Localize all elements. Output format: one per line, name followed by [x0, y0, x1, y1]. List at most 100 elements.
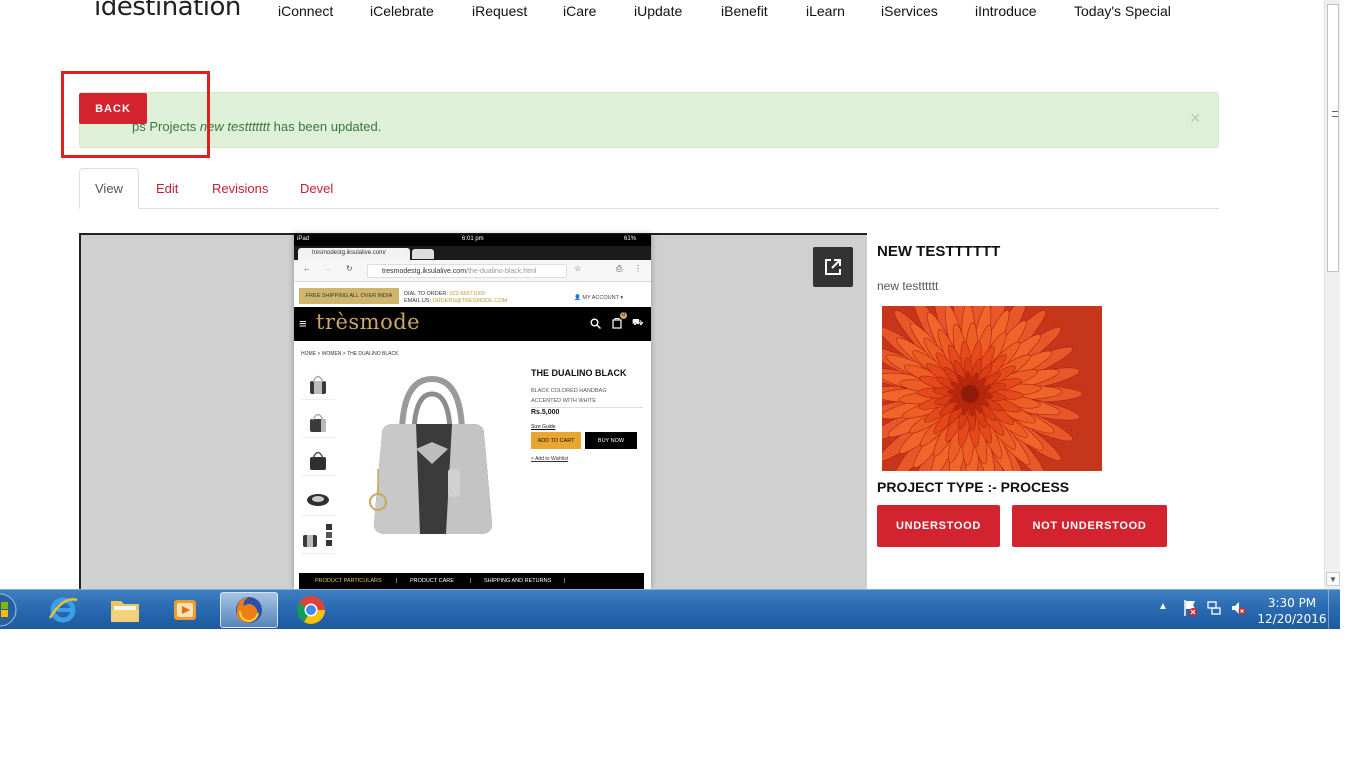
highlight-box — [61, 71, 210, 158]
tablet-status-bar: iPad 6:01 pm 61% — [294, 234, 651, 246]
breadcrumb: HOME > WOMEN > THE DUALINO BLACK — [301, 351, 399, 357]
nav-iupdate[interactable]: iUpdate — [634, 3, 682, 19]
tablet-screenshot[interactable]: iPad 6:01 pm 61% tresmodestg.iksulalive.… — [294, 234, 651, 589]
scroll-grip — [1332, 111, 1338, 117]
status-time: 6:01 pm — [462, 236, 484, 242]
menu-dots-icon: ⋮ — [634, 264, 642, 273]
dial-number: 022-66671000 — [449, 291, 485, 297]
email-address: ORDERS@TRESMODE.COM — [432, 298, 508, 304]
scroll-down-arrow[interactable]: ▼ — [1326, 572, 1340, 586]
nav-icare[interactable]: iCare — [563, 3, 596, 19]
add-to-cart-button: ADD TO CART — [531, 432, 581, 449]
clock-time: 3:30 PM — [1267, 596, 1317, 610]
show-desktop-button[interactable] — [1328, 590, 1340, 630]
product-desc-line1: BLACK COLORED HANDBAG — [531, 388, 607, 394]
product-info-tabs: PRODUCT PARTICULARS | PRODUCT CARE | SHI… — [299, 573, 644, 589]
url-path: /the-dualino-black.html — [466, 268, 537, 275]
volume-muted-icon[interactable] — [1230, 600, 1246, 616]
account-link: 👤 MY ACCOUNT ▾ — [574, 295, 624, 301]
media-player-taskbar[interactable] — [156, 592, 214, 628]
tab-product-care: PRODUCT CARE — [410, 578, 454, 584]
contact-info: DIAL TO ORDER: 022-66671000 EMAIL US: OR… — [404, 291, 507, 305]
product-thumbnail — [301, 404, 335, 438]
store-header: ≡ trèsmode 0 ⛟ — [294, 307, 651, 341]
url-host: tresmodestg.iksulalive.com — [382, 268, 467, 275]
taskbar: ▲ 3:30 PM 12/20/2016 — [0, 589, 1340, 630]
product-thumbnail — [301, 366, 335, 400]
forward-arrow-icon: → — [324, 264, 332, 273]
tab-shipping-returns: SHIPPING AND RETURNS — [484, 578, 552, 584]
file-explorer-taskbar[interactable] — [96, 592, 154, 628]
back-arrow-icon: ← — [303, 264, 311, 273]
tablet-new-tab — [412, 249, 434, 259]
nav-todays-special[interactable]: Today's Special — [1074, 3, 1171, 19]
tab-edit[interactable]: Edit — [141, 168, 193, 209]
understood-button[interactable]: UNDERSTOOD — [877, 505, 1000, 547]
start-button[interactable] — [0, 592, 20, 628]
size-guide-link: Size Guide — [531, 424, 556, 430]
nav-ibenefit[interactable]: iBenefit — [721, 3, 768, 19]
nav-iservices[interactable]: iServices — [881, 3, 938, 19]
clock[interactable]: 3:30 PM 12/20/2016 — [1252, 595, 1332, 627]
product-image — [369, 375, 492, 534]
buy-now-button: BUY NOW — [585, 432, 637, 449]
bag-icon — [612, 318, 622, 329]
show-hidden-icons-icon[interactable]: ▲ — [1158, 601, 1168, 612]
nav-iconnect[interactable]: iConnect — [278, 3, 333, 19]
node-body: new testttttt — [877, 279, 939, 293]
nav-ilearn[interactable]: iLearn — [806, 3, 845, 19]
product-thumbnail — [301, 520, 335, 554]
scrollbar-thumb[interactable] — [1327, 4, 1339, 272]
not-understood-button[interactable]: NOT UNDERSTOOD — [1012, 505, 1167, 547]
status-left: iPad — [297, 236, 310, 242]
close-icon[interactable]: × — [1190, 108, 1201, 129]
windows-start-icon — [0, 593, 17, 627]
product-desc-line2: ACCENTED WITH WHITE — [531, 398, 597, 404]
hamburger-icon: ≡ — [299, 316, 307, 331]
tab-product-particulars: PRODUCT PARTICULARS — [315, 578, 382, 584]
product-description: BLACK COLORED HANDBAG ACCENTED WITH WHITE — [531, 386, 607, 406]
vertical-scrollbar[interactable]: ▼ — [1324, 0, 1340, 589]
tab-revisions[interactable]: Revisions — [197, 168, 283, 209]
dial-label: DIAL TO ORDER: — [404, 291, 448, 297]
chrome-taskbar[interactable] — [282, 592, 340, 628]
heart-icon: ♥ — [531, 456, 534, 462]
nav-irequest[interactable]: iRequest — [472, 3, 527, 19]
node-title: NEW TESTTTTTT — [877, 243, 1001, 260]
flower-image — [882, 306, 1102, 471]
browser-viewport: idestination iConnect iCelebrate iReques… — [0, 0, 1340, 589]
clock-date: 12/20/2016 — [1257, 612, 1327, 626]
project-type: PROJECT TYPE :- PROCESS — [877, 479, 1070, 495]
status-item-name: new testtttttt — [199, 119, 271, 134]
internet-explorer-icon — [48, 597, 78, 623]
tab-view[interactable]: View — [79, 168, 139, 209]
firefox-icon — [236, 597, 262, 623]
email-label: EMAIL US: — [404, 298, 431, 304]
chrome-icon — [297, 596, 325, 624]
wishlist-label: Add to Wishlist — [535, 456, 569, 462]
nav-icelebrate[interactable]: iCelebrate — [370, 3, 434, 19]
internet-explorer-taskbar[interactable] — [34, 592, 92, 628]
wishlist-link: ♥ Add to Wishlist — [531, 456, 568, 462]
promo-banner: FREE SHIPPING ALL OVER INDIA — [299, 288, 399, 304]
site-logo[interactable]: idestination — [94, 0, 241, 22]
truck-icon: ⛟ — [632, 317, 644, 327]
media-player-icon — [174, 600, 196, 620]
nav-iintroduce[interactable]: iIntroduce — [975, 3, 1036, 19]
tablet-address-bar: ← → ↻ tresmodestg.iksulalive.com/the-dua… — [294, 260, 651, 282]
cart-count-badge: 0 — [620, 312, 627, 319]
search-icon — [590, 318, 601, 329]
open-external-button[interactable] — [813, 247, 853, 287]
tab-separator: | — [396, 578, 398, 584]
product-price: Rs.5,000 — [531, 409, 560, 416]
account-label: MY ACCOUNT — [582, 295, 619, 301]
tablet-url: tresmodestg.iksulalive.com/the-dualino-b… — [367, 264, 567, 278]
product-title: THE DUALINO BLACK — [531, 368, 627, 378]
divider — [531, 407, 643, 408]
firefox-taskbar[interactable] — [220, 592, 278, 628]
tab-devel[interactable]: Devel — [285, 168, 348, 209]
product-thumbnail — [301, 482, 335, 516]
network-icon[interactable] — [1206, 600, 1222, 616]
action-center-flag-icon[interactable] — [1182, 599, 1198, 617]
status-suffix: has been updated. — [270, 119, 382, 134]
